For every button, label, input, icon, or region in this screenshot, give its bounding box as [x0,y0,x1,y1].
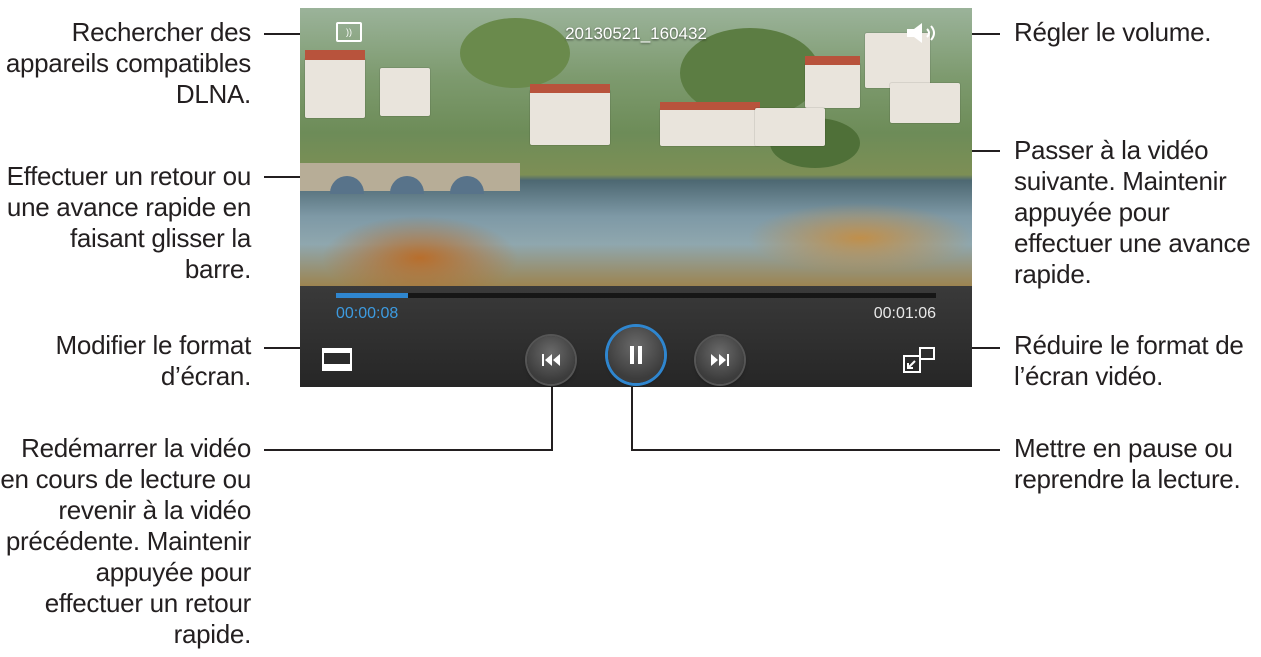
callout-screen-format: Modifier le format d’écran. [55,330,252,391]
house [805,63,860,108]
callout-next: Passer à la vidéo suivante. Maintenir ap… [1014,135,1251,289]
previous-button[interactable] [527,336,575,384]
roof [530,84,610,93]
house [755,108,825,146]
callout-search-dlna: Rechercher des appareils compatibles DLN… [5,17,251,109]
callout-volume: Régler le volume. [1014,17,1212,47]
callout-pause: Mettre en pause ou reprendre la lecture. [1014,433,1241,494]
leader-pause [633,449,1000,451]
house [380,68,430,116]
roof [660,102,760,110]
video-frame[interactable] [300,8,972,286]
total-duration: 00:01:06 [873,305,936,322]
seek-bar[interactable] [336,293,936,298]
seek-bar-progress [336,293,408,298]
house [890,83,960,123]
elapsed-time: 00:00:08 [336,305,399,322]
video-title: 20130521_160432 [565,24,707,43]
previous-icon [542,354,560,366]
house [660,108,760,146]
next-icon [711,354,729,366]
control-bar: 00:00:08 00:01:06 [300,286,972,387]
video-player: )) 20130521_160432 00:00:08 00:01:06 [300,8,972,387]
house [530,90,610,145]
callout-popup: Réduire le format de l’écran vidéo. [1014,330,1244,391]
popup-player-icon[interactable] [901,345,937,375]
callout-previous: Redémarrer la vidéo en cours de lecture … [0,433,251,649]
leader-previous [264,449,553,451]
volume-icon[interactable] [905,21,941,45]
roof [305,50,365,60]
roof [805,56,860,65]
screen-format-icon[interactable] [322,348,352,371]
callout-seek-bar: Effectuer un retour ou une avance rapide… [6,161,252,284]
pause-button[interactable] [608,327,664,383]
next-button[interactable] [696,336,744,384]
pause-icon [630,346,642,364]
house [305,58,365,118]
